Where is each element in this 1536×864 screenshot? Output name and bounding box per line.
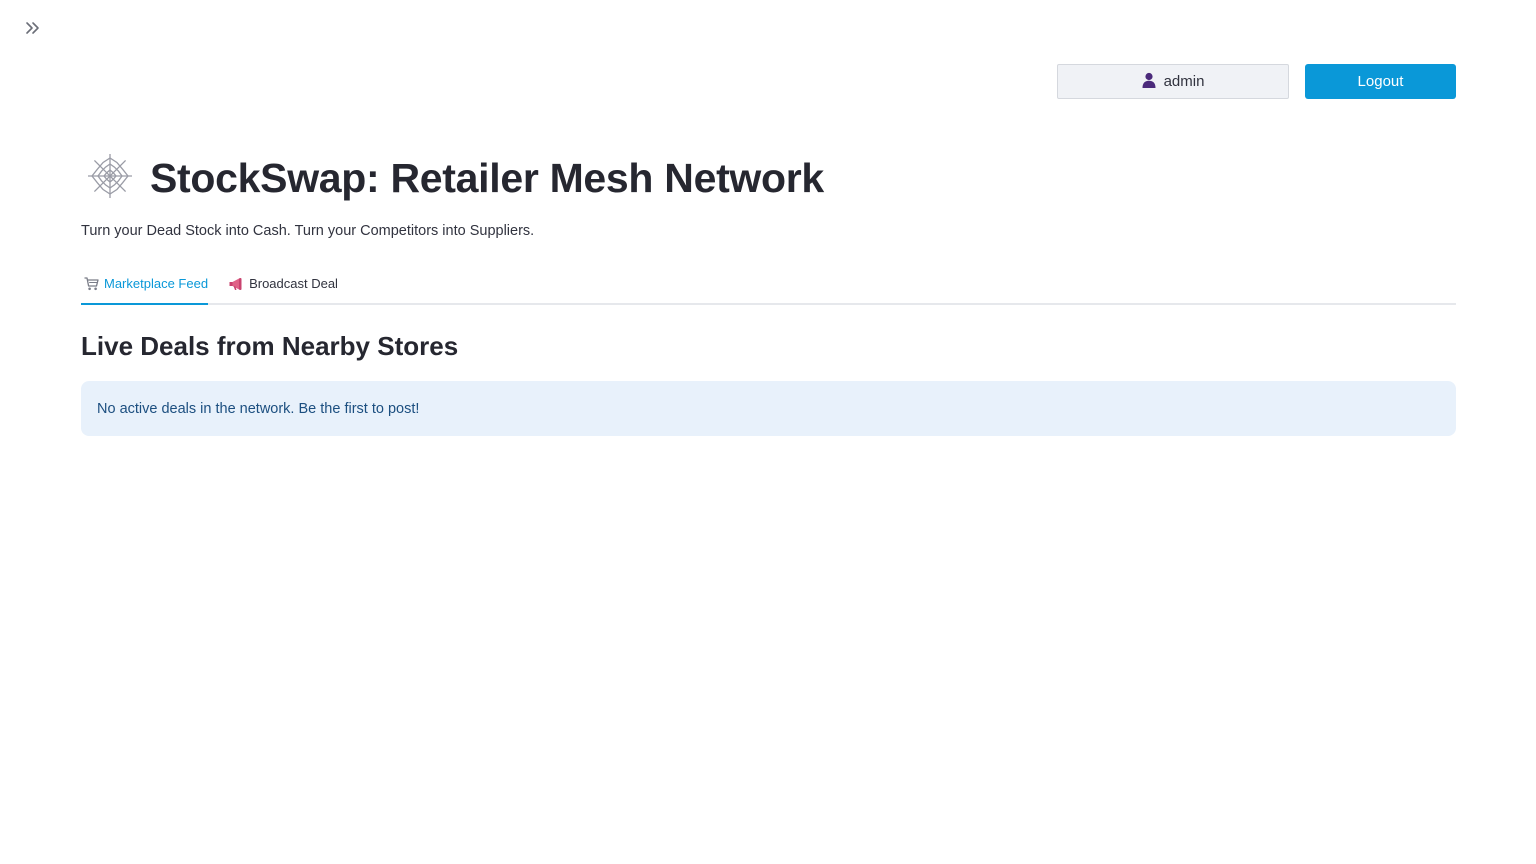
info-alert: No active deals in the network. Be the f… [81, 381, 1456, 436]
current-user-display: admin [1057, 64, 1289, 99]
megaphone-icon [228, 276, 244, 292]
double-chevron-right-icon [25, 21, 41, 40]
spider-web-icon [86, 152, 134, 205]
user-icon [1142, 72, 1156, 92]
sidebar-expand-button[interactable] [22, 19, 44, 41]
tab-broadcast-deal[interactable]: Broadcast Deal [226, 266, 338, 303]
page-tagline: Turn your Dead Stock into Cash. Turn you… [81, 223, 535, 239]
tab-marketplace-feed-label: Marketplace Feed [104, 276, 209, 291]
page-title-row: StockSwap: Retailer Mesh Network [86, 150, 824, 206]
shopping-cart-icon [83, 276, 99, 292]
tab-marketplace-feed[interactable]: Marketplace Feed [81, 266, 209, 305]
section-heading: Live Deals from Nearby Stores [81, 331, 459, 361]
tab-bar: Marketplace Feed Broadcast Deal [81, 266, 1456, 305]
username-label: admin [1163, 73, 1205, 90]
logout-button[interactable]: Logout [1305, 64, 1456, 99]
page-title: StockSwap: Retailer Mesh Network [150, 154, 824, 201]
tab-broadcast-deal-label: Broadcast Deal [249, 276, 338, 291]
info-alert-message: No active deals in the network. Be the f… [97, 400, 420, 417]
